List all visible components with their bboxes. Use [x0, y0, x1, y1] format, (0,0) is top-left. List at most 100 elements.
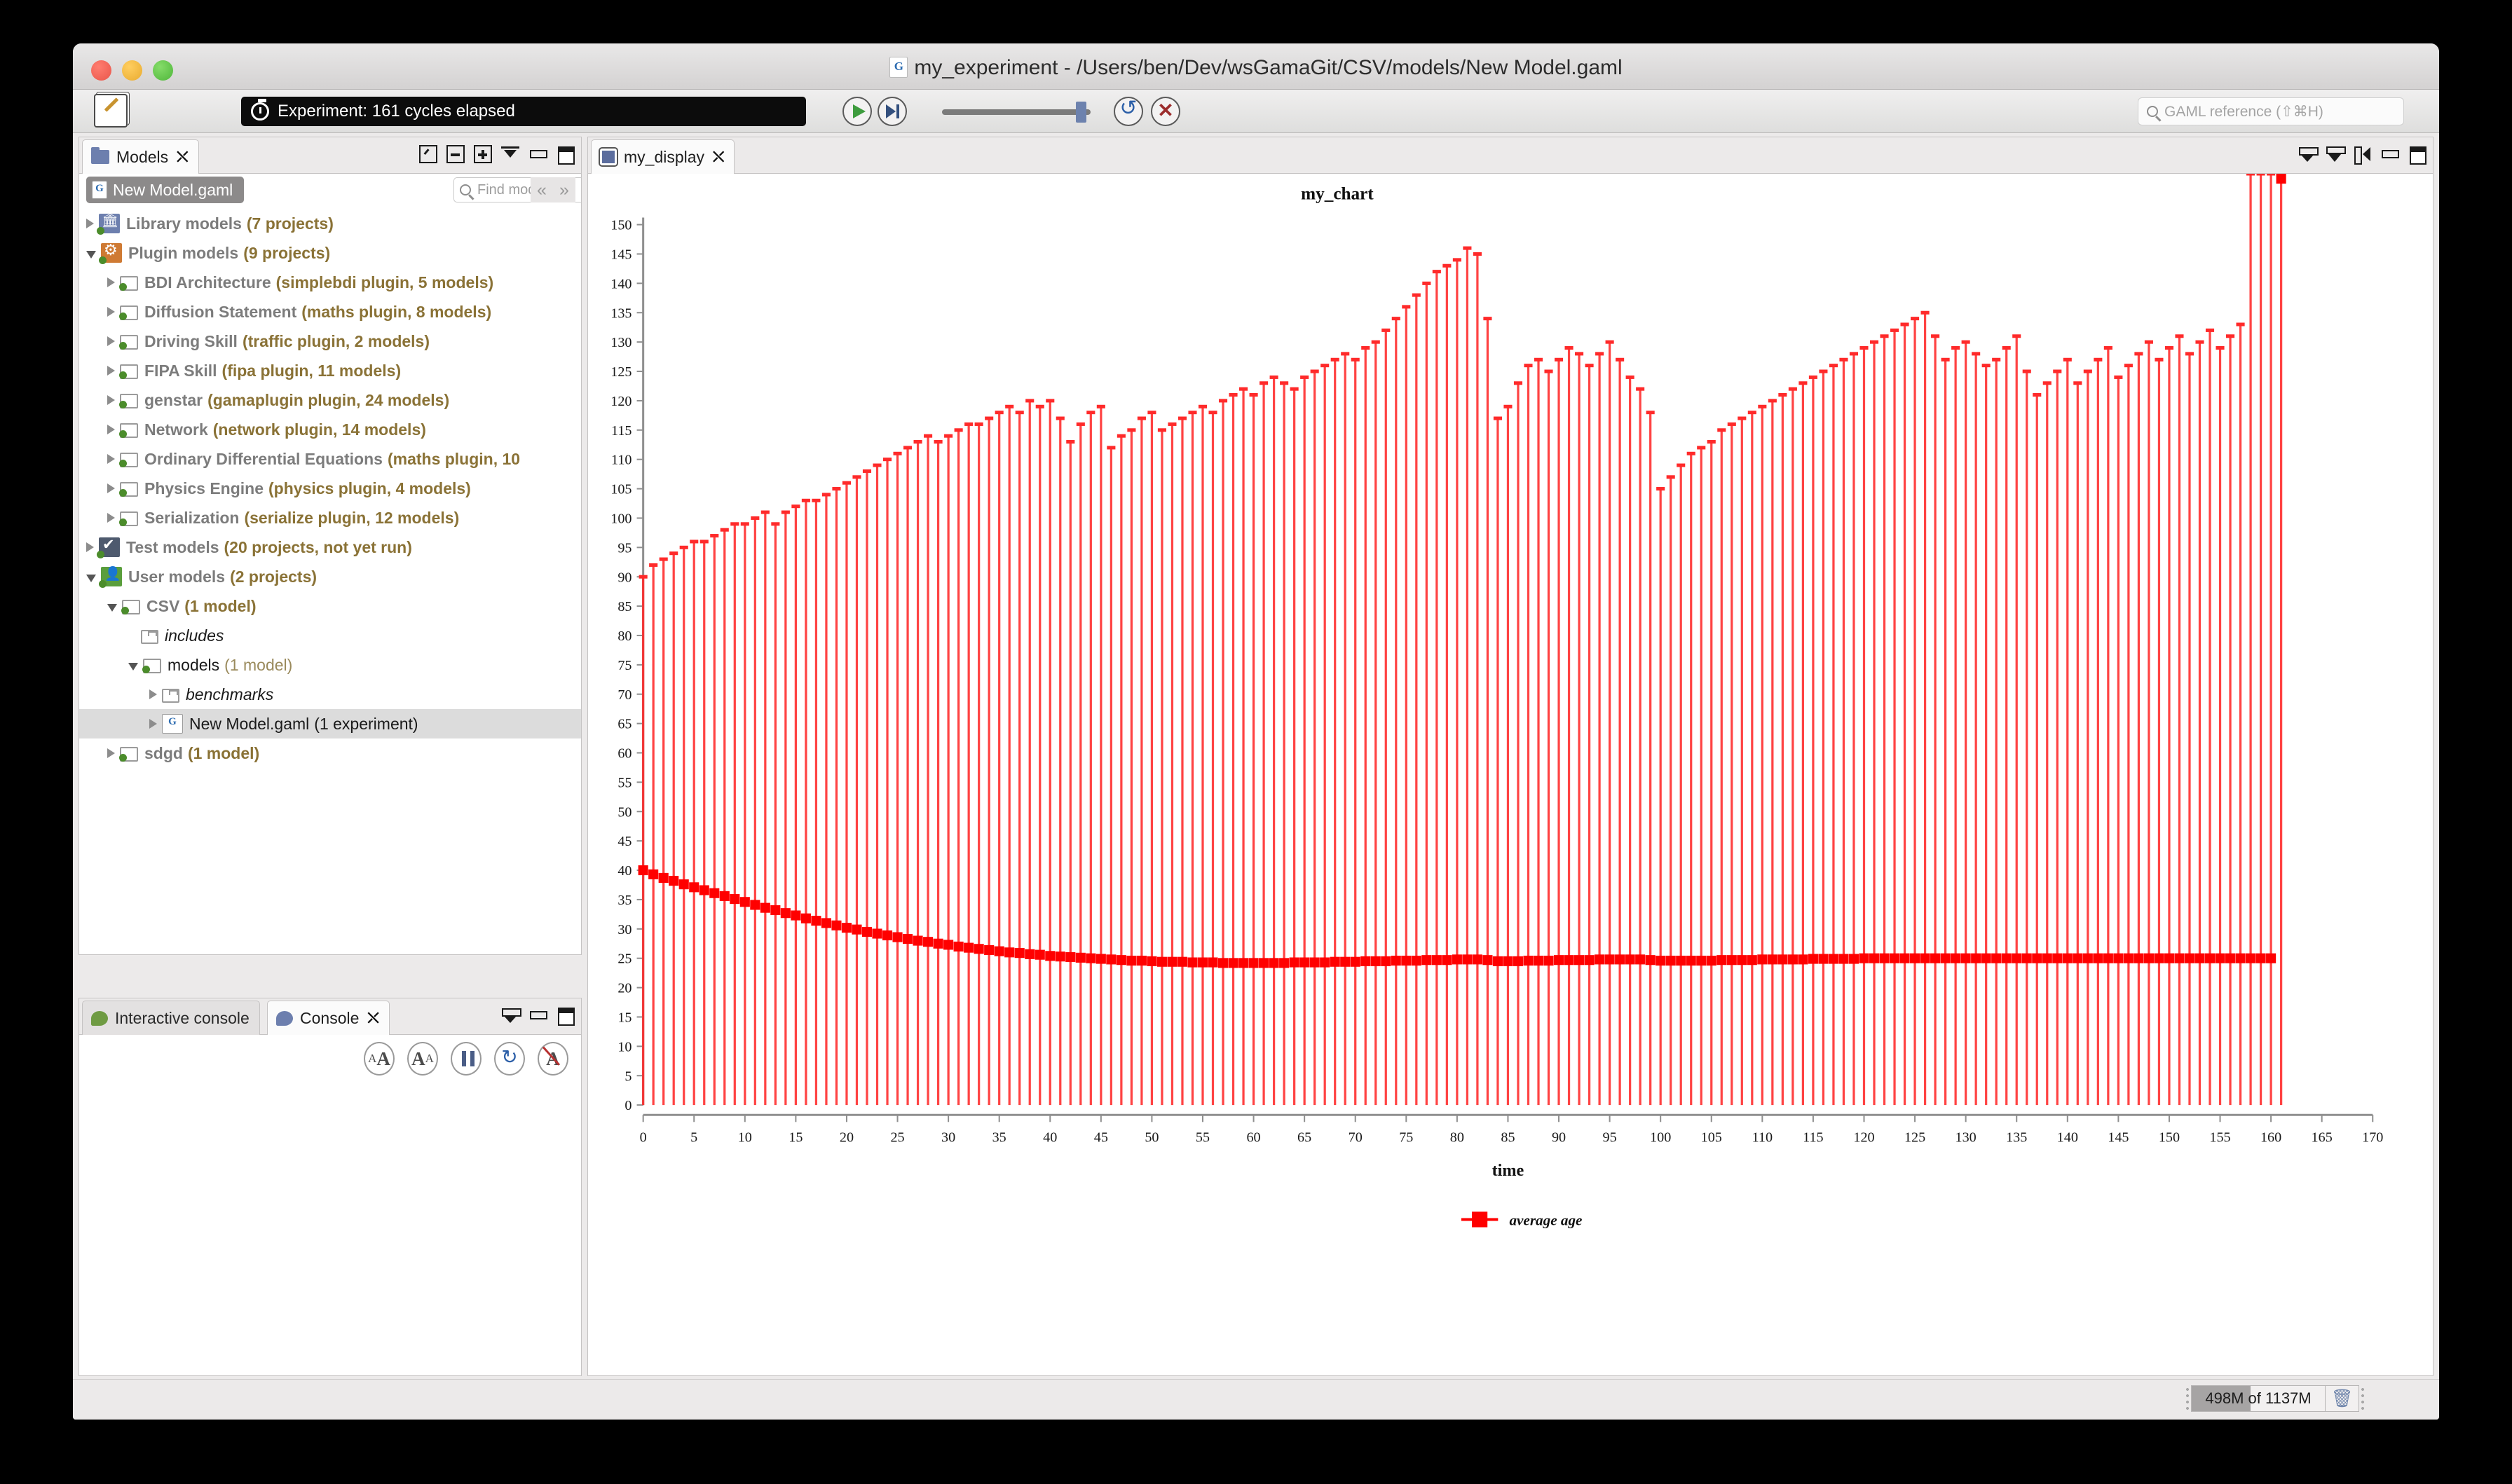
x-axis-tick-label: 20 [840, 1130, 854, 1146]
tree-row[interactable]: CSV (1 model) [79, 591, 581, 621]
edit-model-button[interactable] [94, 94, 128, 128]
history-icon[interactable] [419, 145, 437, 163]
gaml-reference-search[interactable]: GAML reference (⇧⌘H) [2138, 97, 2404, 125]
nav-back-icon[interactable]: « [537, 180, 547, 200]
close-icon[interactable]: ⛌ [713, 148, 724, 166]
project-icon [119, 481, 144, 497]
tree-row[interactable]: Diffusion Statement (maths plugin, 8 mode… [79, 297, 581, 327]
expand-arrow-icon[interactable] [107, 425, 115, 434]
tree-row[interactable]: benchmarks [79, 680, 581, 709]
y-axis-tick-label: 110 [611, 453, 632, 468]
tree-row[interactable]: FIPA Skill (fipa plugin, 11 models) [79, 356, 581, 385]
tree-row[interactable]: genstar (gamaplugin plugin, 24 models) [79, 385, 581, 415]
my-chart[interactable]: my_chart05101520253035404550556065707580… [588, 174, 2433, 1368]
collapse-arrow-icon[interactable] [86, 250, 96, 259]
decrease-font-icon[interactable]: AA [407, 1042, 438, 1076]
step-button[interactable] [878, 97, 907, 126]
expand-arrow-icon[interactable] [107, 748, 115, 758]
collapse-icon[interactable] [501, 1006, 521, 1024]
tree-row[interactable]: Physics Engine (physics plugin, 4 models) [79, 474, 581, 503]
snapshot-icon[interactable] [2326, 145, 2346, 163]
tree-row[interactable]: Library models(7 projects) [79, 209, 581, 238]
expand-arrow-icon[interactable] [107, 513, 115, 523]
drag-handle[interactable] [2359, 1386, 2366, 1411]
expand-arrow-icon[interactable] [107, 454, 115, 464]
y-axis-tick-label: 90 [617, 570, 632, 585]
pause-icon[interactable] [451, 1042, 482, 1076]
speed-slider-knob[interactable] [1076, 102, 1086, 123]
close-icon[interactable]: ⛌ [177, 148, 188, 166]
tab-models[interactable]: Models ⛌ [82, 139, 199, 174]
tab-console[interactable]: Console ⛌ [267, 1001, 390, 1035]
sync-icon[interactable] [2353, 145, 2371, 165]
tree-row[interactable]: Test models (20 projects, not yet run) [79, 533, 581, 562]
open-model-chip[interactable]: New Model.gaml [86, 177, 245, 203]
tree-row[interactable]: BDI Architecture (simplebdi plugin, 5 mod… [79, 268, 581, 297]
minimize-icon[interactable] [528, 145, 547, 163]
link-icon[interactable] [501, 145, 519, 163]
y-axis-tick-label: 35 [617, 893, 632, 908]
status-dot [119, 460, 127, 467]
expand-arrow-icon[interactable] [107, 277, 115, 287]
play-button[interactable] [842, 97, 872, 126]
drag-handle[interactable] [2184, 1386, 2191, 1411]
expand-arrow-icon[interactable] [149, 689, 157, 699]
tree-row[interactable]: Network (network plugin, 14 models) [79, 415, 581, 444]
reload-button[interactable] [1114, 96, 1143, 126]
expand-arrow-icon[interactable] [107, 336, 115, 346]
expand-arrow-icon[interactable] [107, 483, 115, 493]
tree-row[interactable]: Serialization (serialize plugin, 12 model… [79, 503, 581, 533]
layers-icon[interactable] [2298, 145, 2319, 163]
close-icon[interactable]: ⛌ [367, 1009, 378, 1027]
memory-monitor[interactable]: 498M of 1137M 🗑 [2184, 1385, 2366, 1412]
maximize-icon[interactable] [556, 1006, 575, 1026]
models-tree[interactable]: Library models(7 projects)Plugin models(… [79, 209, 581, 954]
open-model-label: New Model.gaml [113, 180, 233, 199]
status-dot [99, 256, 107, 264]
speed-slider[interactable] [942, 109, 1091, 115]
project-icon [119, 275, 144, 291]
collapse-arrow-icon[interactable] [107, 603, 117, 612]
tree-row[interactable]: Ordinary Differential Equations (maths pl… [79, 444, 581, 474]
tab-my-display[interactable]: my_display ⛌ [591, 139, 735, 174]
maximize-icon[interactable] [2408, 145, 2426, 165]
stopwatch-icon [251, 99, 269, 121]
expand-arrow-icon[interactable] [107, 307, 115, 317]
tree-row[interactable]: includes [79, 621, 581, 650]
stop-button[interactable] [1151, 97, 1180, 126]
briefcase-icon [141, 630, 158, 644]
increase-font-icon[interactable]: AA [364, 1042, 395, 1076]
tree-row[interactable]: models (1 model) [79, 650, 581, 680]
expand-all-icon[interactable] [474, 145, 492, 163]
chart-body[interactable]: my_chart 0 5 10 15 20 25 30 35 40 45 50 55 60 65 70 75 80… [588, 174, 2433, 1375]
collapse-arrow-icon[interactable] [86, 574, 96, 582]
search-icon [460, 184, 471, 195]
expand-arrow-icon[interactable] [107, 395, 115, 405]
tree-row[interactable]: sdgd (1 model) [79, 738, 581, 768]
expand-arrow-icon[interactable] [86, 219, 94, 228]
trash-icon[interactable]: 🗑 [2326, 1385, 2359, 1412]
y-axis-tick-label: 50 [617, 804, 632, 820]
collapse-arrow-icon[interactable] [128, 662, 138, 671]
collapse-all-icon[interactable] [446, 145, 465, 163]
tree-row-meta: (2 projects) [230, 567, 318, 586]
nav-forward-icon[interactable]: » [559, 180, 569, 200]
tab-interactive-console[interactable]: Interactive console [82, 1001, 260, 1035]
project-icon [119, 422, 144, 439]
minimize-icon[interactable] [2380, 145, 2399, 163]
expand-arrow-icon[interactable] [107, 366, 115, 376]
tree-row-meta: (gamaplugin plugin, 24 models) [207, 390, 450, 409]
navigation-arrows[interactable]: « » [531, 177, 575, 202]
tree-row[interactable]: Driving Skill (traffic plugin, 2 models) [79, 327, 581, 356]
expand-arrow-icon[interactable] [86, 542, 94, 552]
refresh-icon[interactable] [494, 1042, 525, 1076]
expand-arrow-icon[interactable] [149, 719, 157, 729]
tree-row[interactable]: New Model.gaml(1 experiment) [79, 709, 581, 738]
clear-text-icon[interactable]: A [538, 1042, 568, 1076]
y-axis-tick-label: 5 [624, 1069, 632, 1084]
tree-row[interactable]: Plugin models(9 projects) [79, 238, 581, 268]
minimize-icon[interactable] [528, 1006, 547, 1024]
console-body[interactable]: AA AA A [79, 1035, 581, 1375]
tree-row[interactable]: User models(2 projects) [79, 562, 581, 591]
maximize-icon[interactable] [556, 145, 575, 165]
